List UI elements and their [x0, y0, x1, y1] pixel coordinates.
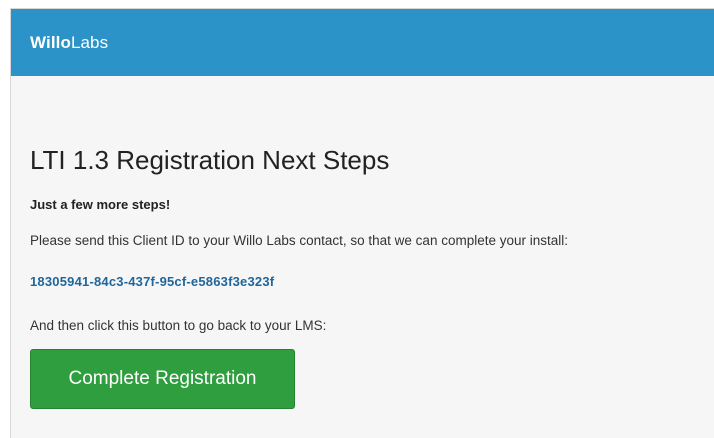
return-instructions-text: And then click this button to go back to… — [30, 318, 327, 333]
subtitle: Just a few more steps! — [30, 197, 171, 212]
top-navbar: WilloLabs — [11, 9, 714, 76]
brand-logo[interactable]: WilloLabs — [30, 33, 108, 53]
instructions-text: Please send this Client ID to your Willo… — [30, 233, 569, 248]
brand-name-light: Labs — [70, 32, 109, 52]
page-frame: WilloLabs LTI 1.3 Registration Next Step… — [10, 8, 714, 438]
client-id-link[interactable]: 18305941-84c3-437f-95cf-e5863f3e323f — [30, 274, 274, 289]
complete-registration-button[interactable]: Complete Registration — [30, 349, 295, 409]
brand-name-bold: Willo — [30, 32, 71, 52]
page-title: LTI 1.3 Registration Next Steps — [30, 145, 390, 175]
